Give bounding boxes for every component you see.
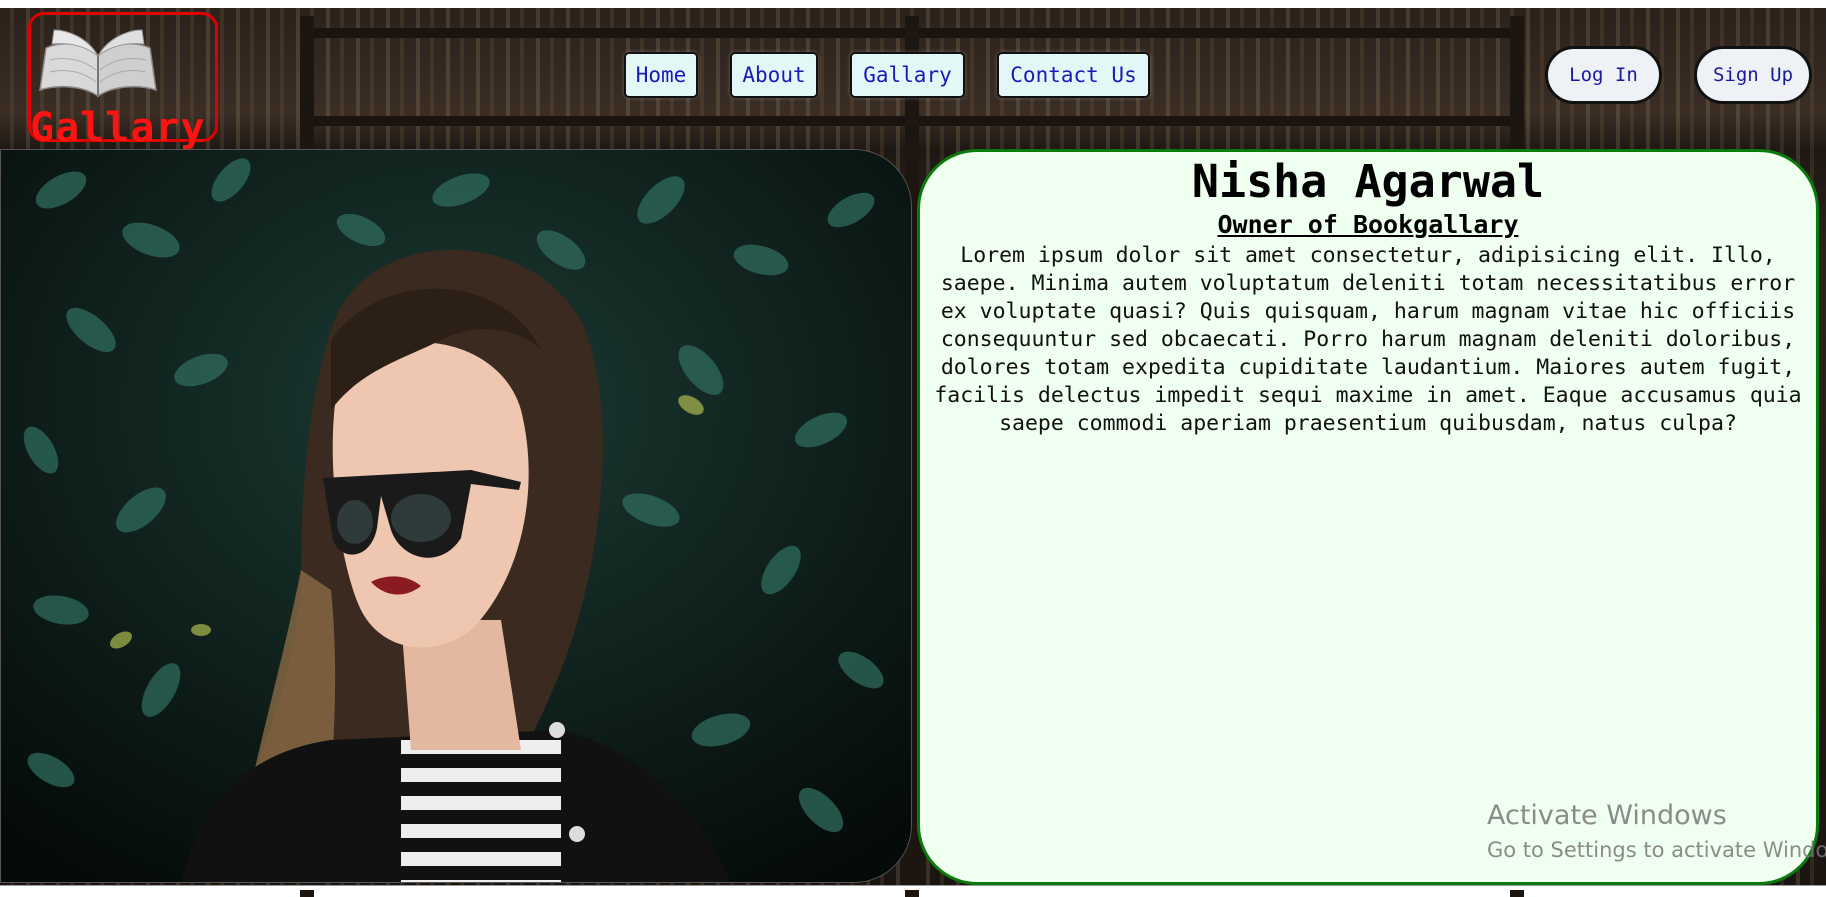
profile-card: Nisha Agarwal Owner of Bookgallary Lorem… [917, 149, 1819, 885]
nav-home-button[interactable]: Home [624, 52, 698, 98]
profile-role: Owner of Bookgallary [1217, 210, 1519, 239]
profile-photo [0, 149, 912, 883]
nav-contact-us-button[interactable]: Contact Us [997, 52, 1150, 98]
logo-text[interactable]: Gallary [30, 108, 206, 148]
browser-bottom-edge [0, 885, 1826, 890]
login-button[interactable]: Log In [1545, 46, 1662, 104]
profile-name: Nisha Agarwal [1191, 155, 1545, 208]
woman-with-sunglasses-photo [1, 150, 911, 882]
profile-bio: Lorem ipsum dolor sit amet consectetur, … [934, 243, 1802, 436]
open-book-icon [39, 29, 157, 98]
activate-windows-title: Activate Windows [1487, 800, 1727, 831]
nav-gallary-button[interactable]: Gallary [850, 52, 965, 98]
nav-about-button[interactable]: About [730, 52, 818, 98]
activate-windows-subtitle: Go to Settings to activate Windows. [1487, 838, 1826, 862]
signup-button[interactable]: Sign Up [1694, 46, 1812, 104]
